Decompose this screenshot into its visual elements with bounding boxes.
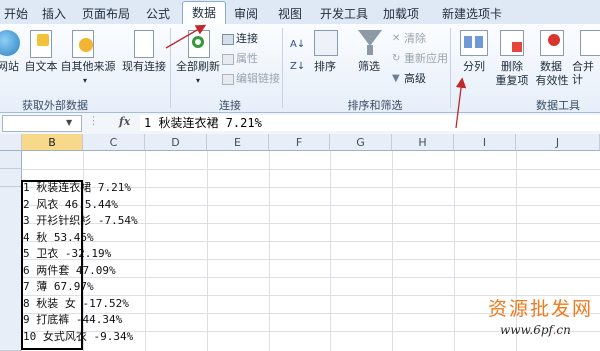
watermark-url-tld: cn <box>556 323 571 337</box>
arrow-to-data-tab <box>165 24 207 49</box>
watermark-logo: 资源批发网 <box>488 298 594 320</box>
watermark-url-prefix: www. <box>500 323 534 337</box>
arrow-to-text-to-columns <box>455 77 467 129</box>
watermark-url: www.6pf.cn <box>500 323 571 337</box>
watermark-url-host: 6pf <box>533 323 553 337</box>
